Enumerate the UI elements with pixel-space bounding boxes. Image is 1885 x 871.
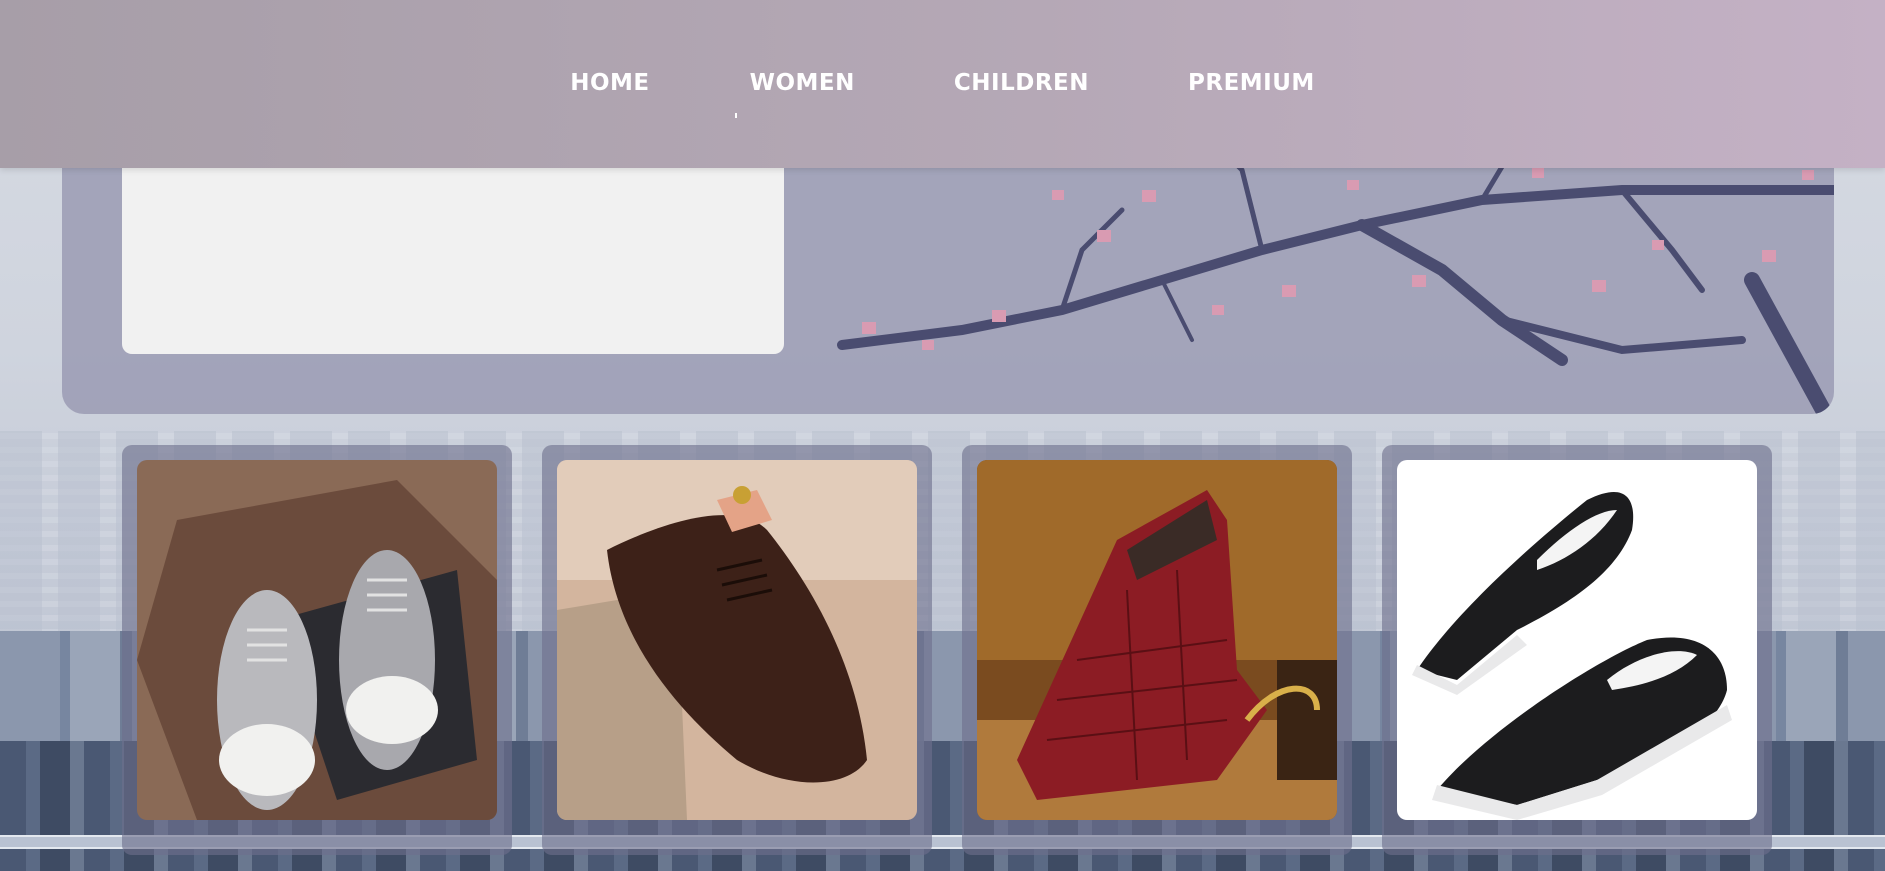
brown-suede-oxford-image xyxy=(557,460,917,820)
main-nav: HOME WOMEN CHILDREN PREMIUM xyxy=(0,70,1885,96)
black-slip-on-sneakers-image xyxy=(1397,460,1757,820)
nav-link-home[interactable]: HOME xyxy=(570,70,649,96)
grey-sneakers-image xyxy=(137,460,497,820)
product-grid xyxy=(122,445,1772,855)
nav-link-premium[interactable]: PREMIUM xyxy=(1188,70,1315,96)
product-card[interactable] xyxy=(122,445,512,855)
top-navbar: HOME WOMEN CHILDREN PREMIUM xyxy=(0,0,1885,168)
nav-link-women[interactable]: WOMEN xyxy=(750,70,855,96)
hero-banner xyxy=(62,130,1834,414)
product-card[interactable] xyxy=(542,445,932,855)
nav-active-indicator xyxy=(735,113,737,118)
product-card[interactable] xyxy=(1382,445,1772,855)
product-card[interactable] xyxy=(962,445,1352,855)
hero-card xyxy=(122,160,784,354)
nav-link-children[interactable]: CHILDREN xyxy=(954,70,1089,96)
red-croc-chelsea-boot-image xyxy=(977,460,1337,820)
